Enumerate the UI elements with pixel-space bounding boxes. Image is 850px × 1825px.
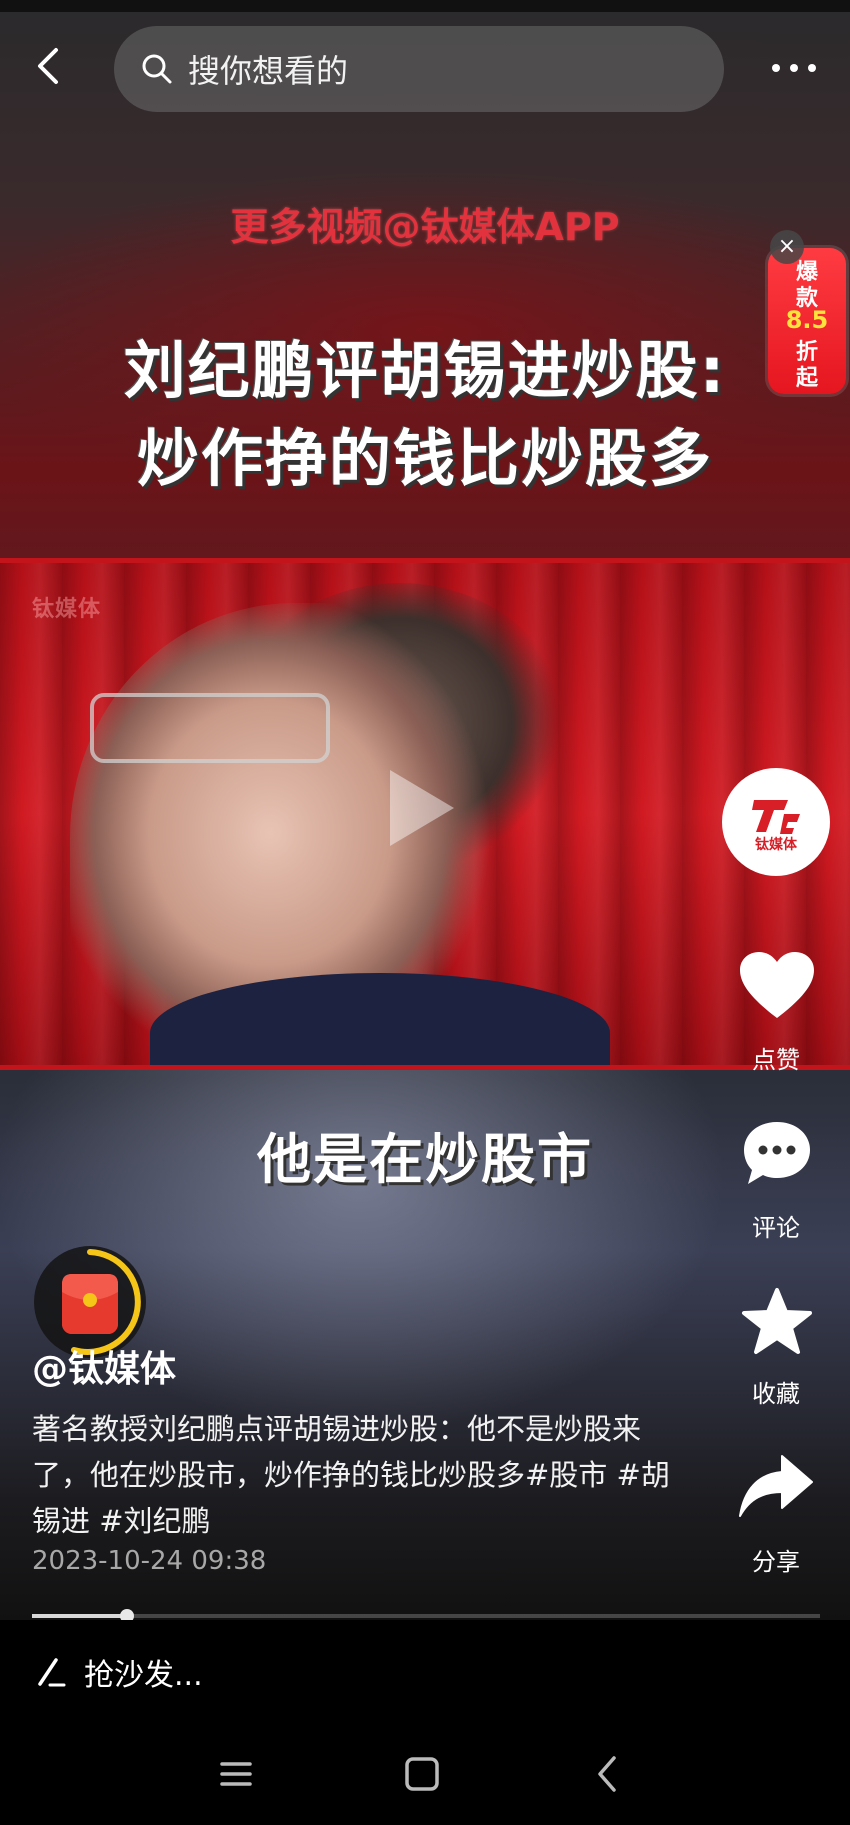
favorite-label: 收藏: [752, 1380, 800, 1408]
recents-button[interactable]: [212, 1752, 260, 1796]
author-name[interactable]: @钛媒体: [32, 1340, 176, 1392]
comment-bubble-icon: [744, 1122, 810, 1184]
channel-logo-text: 钛媒体: [755, 837, 797, 853]
more-horizontal-icon: [772, 64, 816, 72]
video-title-line1: 刘纪鹏评胡锡进炒股:: [123, 334, 727, 407]
red-packet-icon: [62, 1274, 118, 1334]
promo-discount: 8.5: [785, 306, 829, 334]
square-icon: [405, 1757, 439, 1791]
video-overlay-top-text: 更多视频@钛媒体APP: [230, 205, 620, 249]
favorite-button[interactable]: [740, 1286, 814, 1358]
promo-close-button[interactable]: ×: [770, 230, 804, 264]
post-description[interactable]: 著名教授刘纪鹏点评胡锡进炒股：他不是炒股来了，他在炒股市，炒作挣的钱比炒股多#股…: [32, 1406, 692, 1544]
back-button[interactable]: [28, 44, 72, 88]
search-icon: [140, 52, 174, 86]
share-label: 分享: [752, 1548, 800, 1576]
play-icon[interactable]: [390, 770, 454, 846]
heart-icon: [740, 952, 814, 1018]
more-button[interactable]: [768, 52, 820, 84]
post-timestamp: 2023-10-24 09:38: [32, 1546, 267, 1576]
star-icon: [742, 1288, 812, 1354]
channel-logo-icon: 钛媒体: [744, 790, 808, 854]
video-progress-fill: [32, 1614, 127, 1618]
comment-placeholder[interactable]: 抢沙发...: [84, 1650, 203, 1694]
share-button[interactable]: [738, 1452, 814, 1524]
search-placeholder: 搜你想看的: [188, 52, 349, 90]
share-arrow-icon: [739, 1455, 813, 1517]
status-strip: [0, 0, 850, 12]
system-back-button[interactable]: [584, 1752, 632, 1796]
video-title-line2: 炒作挣的钱比炒股多: [136, 422, 713, 495]
comment-button[interactable]: [740, 1118, 814, 1190]
menu-lines-icon: [220, 1762, 252, 1786]
video-person-glasses: [90, 693, 330, 763]
home-button[interactable]: [398, 1752, 446, 1796]
like-label: 点赞: [752, 1046, 800, 1074]
video-progress-bar[interactable]: [32, 1614, 820, 1618]
comment-label: 评论: [752, 1214, 800, 1242]
like-button[interactable]: [738, 950, 816, 1022]
promo-badge[interactable]: 爆 款 8.5 折 起: [768, 248, 846, 394]
video-subtitle: 他是在炒股市: [257, 1128, 593, 1191]
chevron-left-icon: [38, 48, 58, 84]
chevron-left-icon: [598, 1756, 616, 1792]
pen-icon: [36, 1654, 66, 1688]
promo-text-4: 起: [795, 366, 818, 391]
video-watermark: 钛媒体: [32, 597, 102, 622]
